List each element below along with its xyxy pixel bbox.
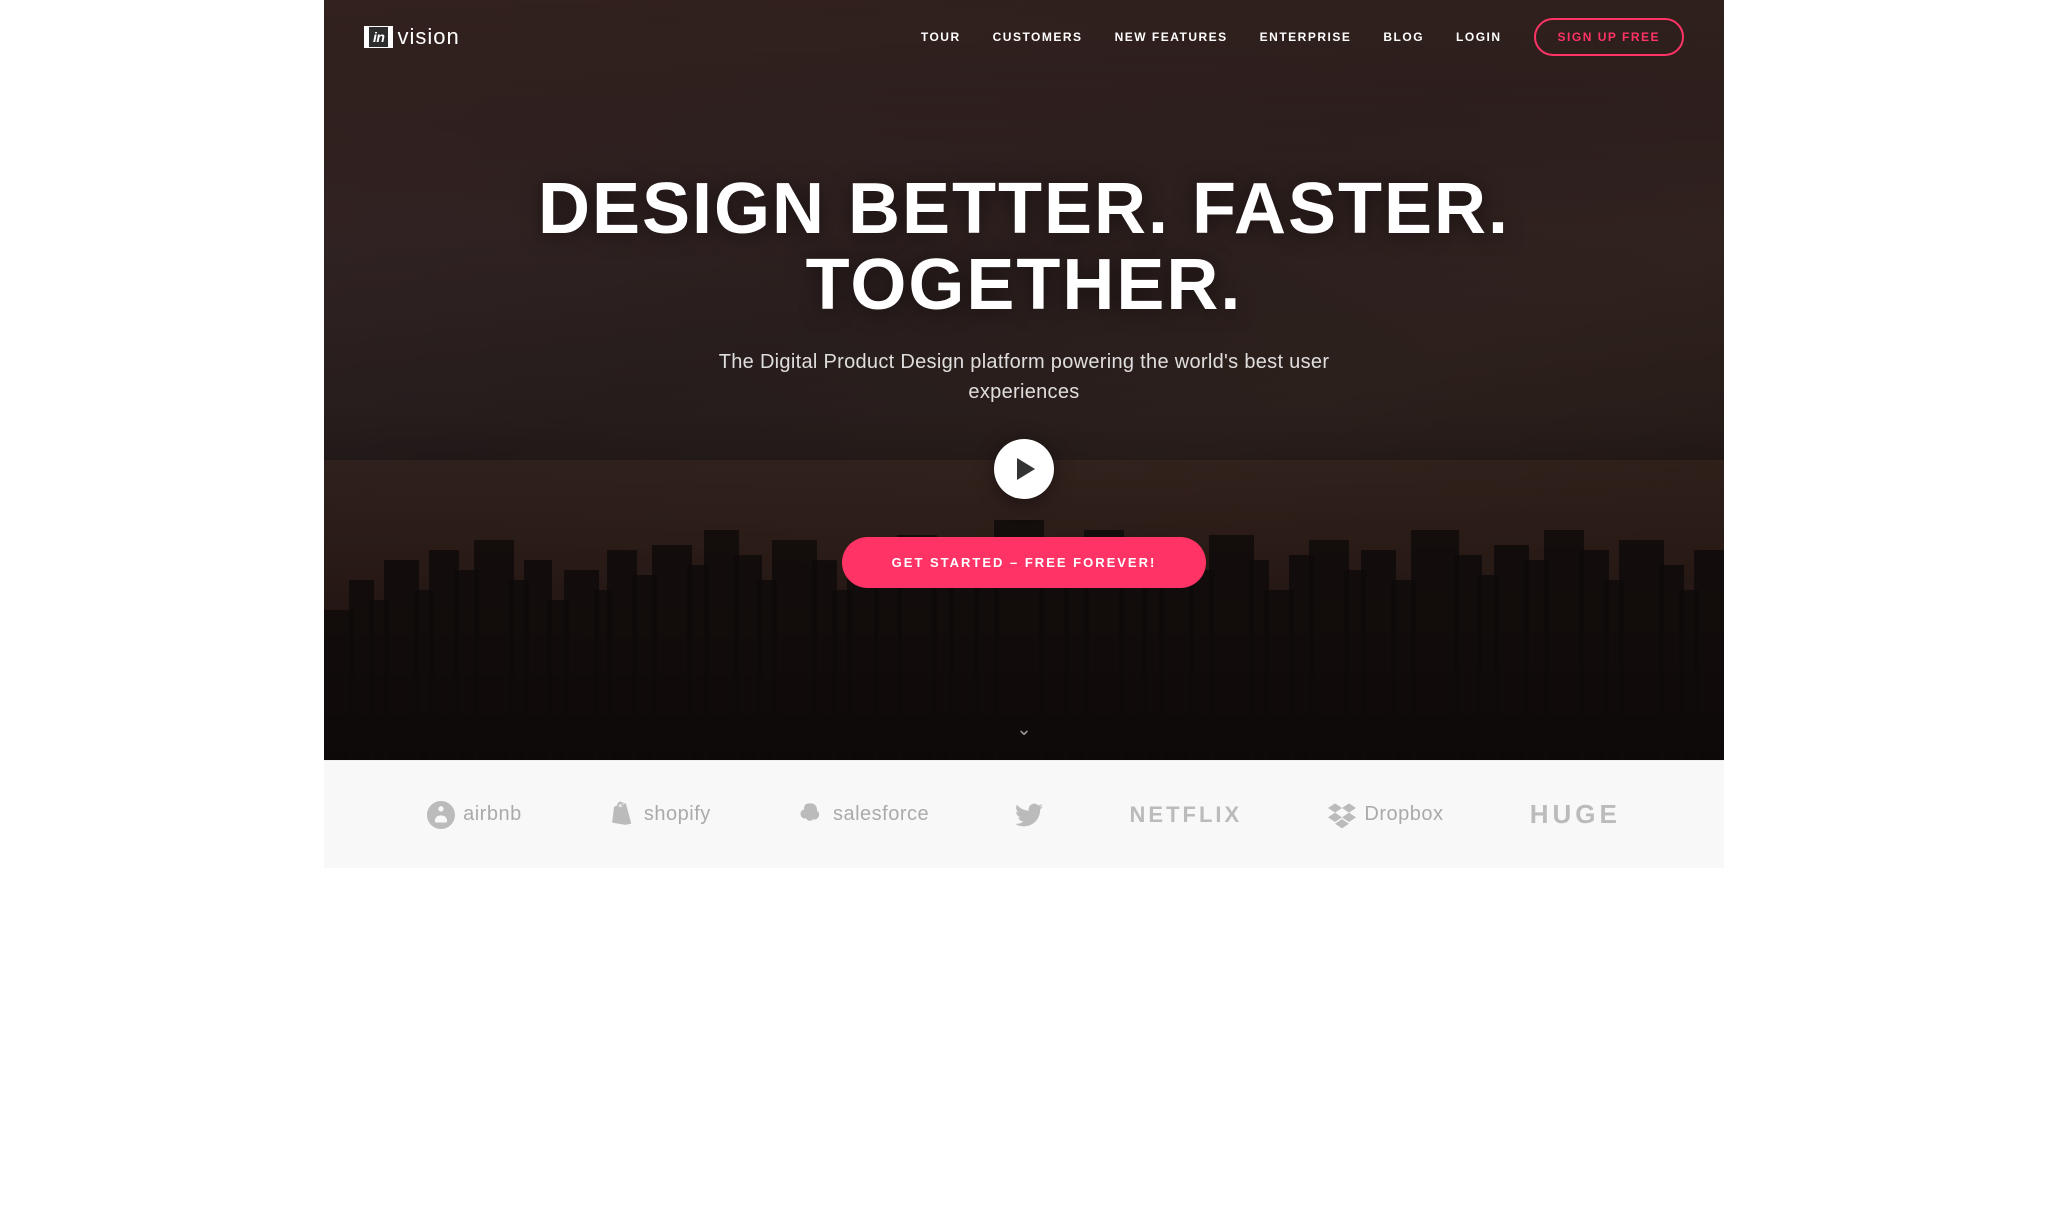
netflix-label: NETFLIX: [1130, 802, 1243, 828]
airbnb-icon: [427, 801, 455, 829]
logos-section: airbnb shopify salesforce NETFLIX: [324, 760, 1724, 868]
huge-label: HUGE: [1530, 799, 1621, 830]
dropbox-label: Dropbox: [1364, 803, 1443, 826]
shopify-icon: [608, 801, 636, 829]
signup-button[interactable]: SIGN UP FREE: [1534, 18, 1684, 56]
logo-dropbox: Dropbox: [1328, 801, 1443, 829]
salesforce-label: salesforce: [833, 803, 929, 826]
logo-huge: HUGE: [1530, 799, 1621, 830]
logo-salesforce: salesforce: [797, 801, 929, 829]
hero-title: DESIGN BETTER. FASTER. TOGETHER.: [344, 172, 1704, 323]
dropbox-icon: [1328, 801, 1356, 829]
play-button[interactable]: [994, 439, 1054, 499]
hero-section: DESIGN BETTER. FASTER. TOGETHER. The Dig…: [324, 0, 1724, 760]
logo-vision-text: vision: [397, 24, 459, 50]
nav-enterprise[interactable]: ENTERPRISE: [1260, 30, 1352, 44]
site-header: in vision TOUR CUSTOMERS NEW FEATURES EN…: [324, 0, 1724, 74]
logo-box: in: [364, 26, 393, 48]
airbnb-label: airbnb: [463, 803, 522, 826]
hero-subtitle: The Digital Product Design platform powe…: [674, 347, 1374, 407]
main-nav: TOUR CUSTOMERS NEW FEATURES ENTERPRISE B…: [921, 18, 1684, 56]
logo-twitter: [1015, 801, 1043, 829]
cta-button[interactable]: GET STARTED – FREE FOREVER!: [842, 537, 1207, 588]
hero-content: DESIGN BETTER. FASTER. TOGETHER. The Dig…: [344, 172, 1704, 588]
nav-tour[interactable]: TOUR: [921, 30, 961, 44]
scroll-down-indicator[interactable]: ⌄: [1016, 719, 1031, 740]
nav-blog[interactable]: BLOG: [1383, 30, 1424, 44]
nav-new-features[interactable]: NEW FEATURES: [1115, 30, 1228, 44]
nav-customers[interactable]: CUSTOMERS: [993, 30, 1083, 44]
salesforce-icon: [797, 801, 825, 829]
logo-airbnb: airbnb: [427, 801, 522, 829]
twitter-icon: [1015, 801, 1043, 829]
shopify-label: shopify: [644, 803, 711, 826]
logo[interactable]: in vision: [364, 24, 460, 50]
logo-netflix: NETFLIX: [1130, 802, 1243, 828]
nav-login[interactable]: LOGIN: [1456, 30, 1502, 44]
logo-shopify: shopify: [608, 801, 711, 829]
